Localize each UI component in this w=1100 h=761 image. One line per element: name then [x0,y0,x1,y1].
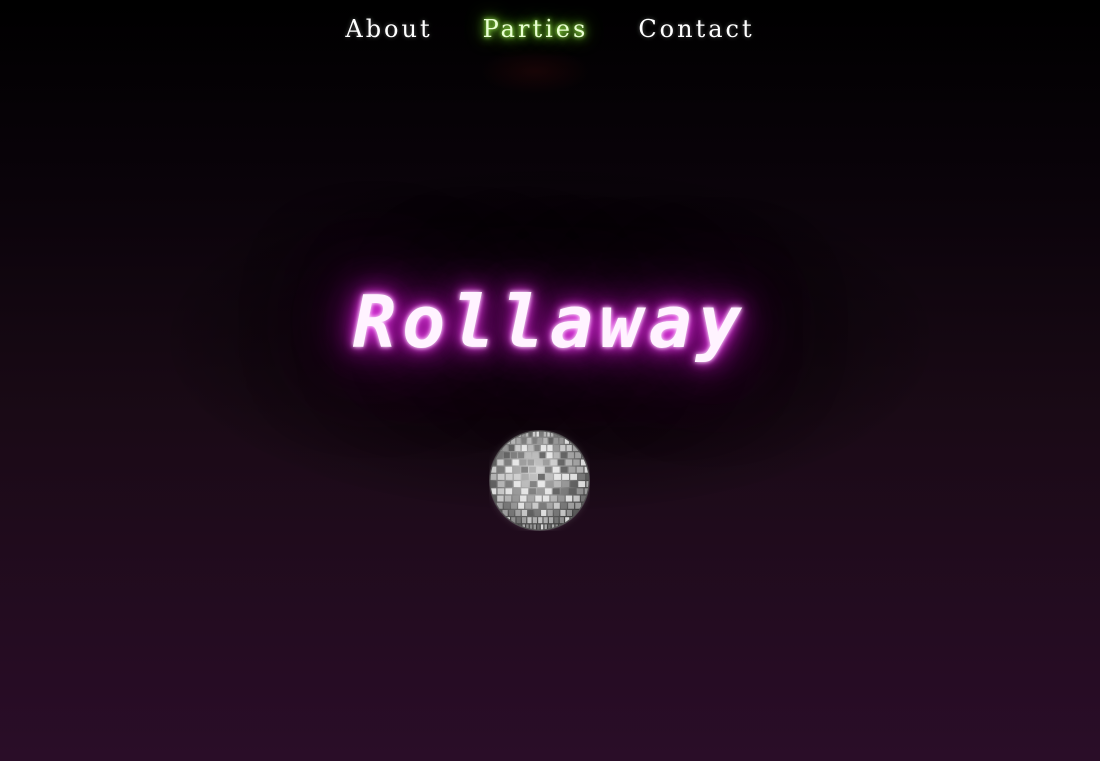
main-nav: About Parties Contact [0,0,1100,58]
hero: Rollaway [0,280,1100,364]
nav-contact-link[interactable]: Contact [638,15,754,43]
site-title: Rollaway [352,280,748,364]
nav-parties-link[interactable]: Parties [483,15,589,43]
nav-about-link[interactable]: About [345,15,432,43]
disco-ball-icon [489,430,590,531]
